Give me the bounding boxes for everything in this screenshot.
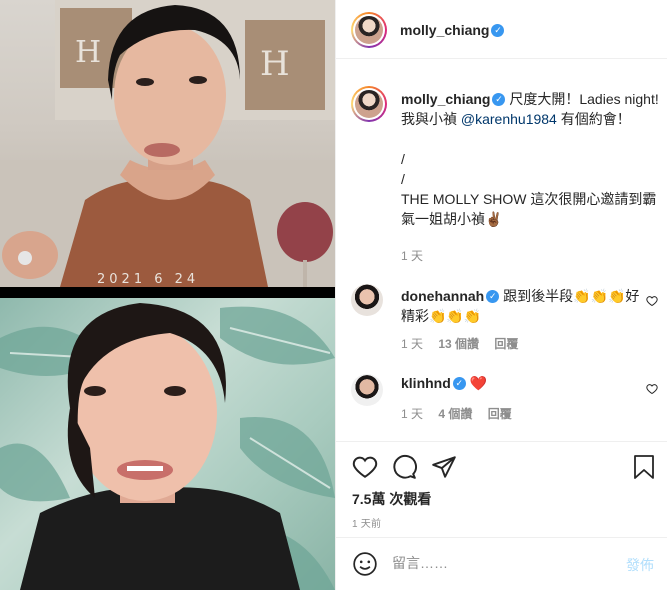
caption-avatar[interactable] <box>351 86 387 122</box>
post-video[interactable]: H H 2021 6 24 <box>0 0 335 590</box>
author-avatar[interactable] <box>351 12 387 48</box>
heart-icon[interactable] <box>352 454 378 480</box>
comment-age[interactable]: 1 天 <box>401 407 423 421</box>
video-date-overlay: 2021 6 24 <box>97 272 200 287</box>
verified-badge-icon: ✓ <box>492 92 506 106</box>
post-time[interactable]: 1 天前 <box>352 515 381 530</box>
instagram-post: H H 2021 6 24 molly_chiang ✓ molly_chian… <box>0 0 667 590</box>
commenter-avatar[interactable] <box>351 374 383 406</box>
caption-mention-link[interactable]: @karenhu1984 <box>461 111 557 127</box>
comment-meta: 1 天 4 個讚 回覆 <box>401 405 512 422</box>
comment-input[interactable] <box>392 555 592 571</box>
caption-username[interactable]: molly_chiang <box>401 91 490 107</box>
comment-reply-button[interactable]: 回覆 <box>488 407 512 421</box>
verified-badge-icon: ✓ <box>452 376 466 390</box>
comment-username[interactable]: klinhnd <box>401 375 451 391</box>
commenter-avatar[interactable] <box>351 284 383 316</box>
post-header: molly_chiang ✓ <box>336 0 667 59</box>
comment-item: donehannah ✓ 跟到後半段👏👏👏好精彩👏👏👏 <box>401 286 641 326</box>
caption-line-3: / <box>401 171 405 187</box>
author-username-text[interactable]: molly_chiang <box>400 22 489 38</box>
comment-like-heart-icon[interactable] <box>646 383 658 395</box>
post-caption: molly_chiang ✓ 尺度大開！Ladies night! 我與小禎 @k… <box>401 89 659 229</box>
comment-meta: 1 天 13 個讚 回覆 <box>401 335 518 352</box>
comment-like-heart-icon[interactable] <box>646 295 658 307</box>
bookmark-icon[interactable] <box>632 454 656 480</box>
post-side-panel: molly_chiang ✓ molly_chiang ✓ 尺度大開！Ladies … <box>335 0 667 590</box>
comment-username[interactable]: donehannah <box>401 288 484 304</box>
verified-badge-icon: ✓ <box>491 23 505 37</box>
author-username[interactable]: molly_chiang ✓ <box>400 22 505 38</box>
comment-composer: 發佈 <box>336 537 667 590</box>
comment-icon[interactable] <box>391 454 417 480</box>
caption-age[interactable]: 1 天 <box>401 247 423 264</box>
comment-likes[interactable]: 4 個讚 <box>438 407 472 421</box>
caption-line-2: / <box>401 151 405 167</box>
comment-age[interactable]: 1 天 <box>401 337 423 351</box>
live-frame-host: H H 2021 6 24 <box>0 0 335 287</box>
comment-reply-button[interactable]: 回覆 <box>494 337 518 351</box>
comment-likes[interactable]: 13 個讚 <box>438 337 479 351</box>
guest-video-image <box>0 303 335 590</box>
post-actions: 7.5萬 次觀看 1 天前 <box>336 441 667 547</box>
caption-line-4: THE MOLLY SHOW 這次很開心邀請到霸氣一姐胡小禎✌🏾 <box>401 191 657 227</box>
svg-text:H: H <box>260 44 290 84</box>
host-video-image: H H <box>0 0 335 287</box>
verified-badge-icon: ✓ <box>486 289 500 303</box>
emoji-icon[interactable] <box>352 551 378 577</box>
svg-text:H: H <box>75 35 101 70</box>
live-frame-guest <box>0 298 335 590</box>
comment-text: ❤️ <box>469 375 488 391</box>
comment-item: klinhnd ✓ ❤️ <box>401 373 641 393</box>
post-comment-button[interactable]: 發佈 <box>626 555 654 575</box>
share-icon[interactable] <box>431 454 457 480</box>
view-count[interactable]: 7.5萬 次觀看 <box>352 489 431 509</box>
caption-text-2: 有個約會！ <box>556 111 631 127</box>
